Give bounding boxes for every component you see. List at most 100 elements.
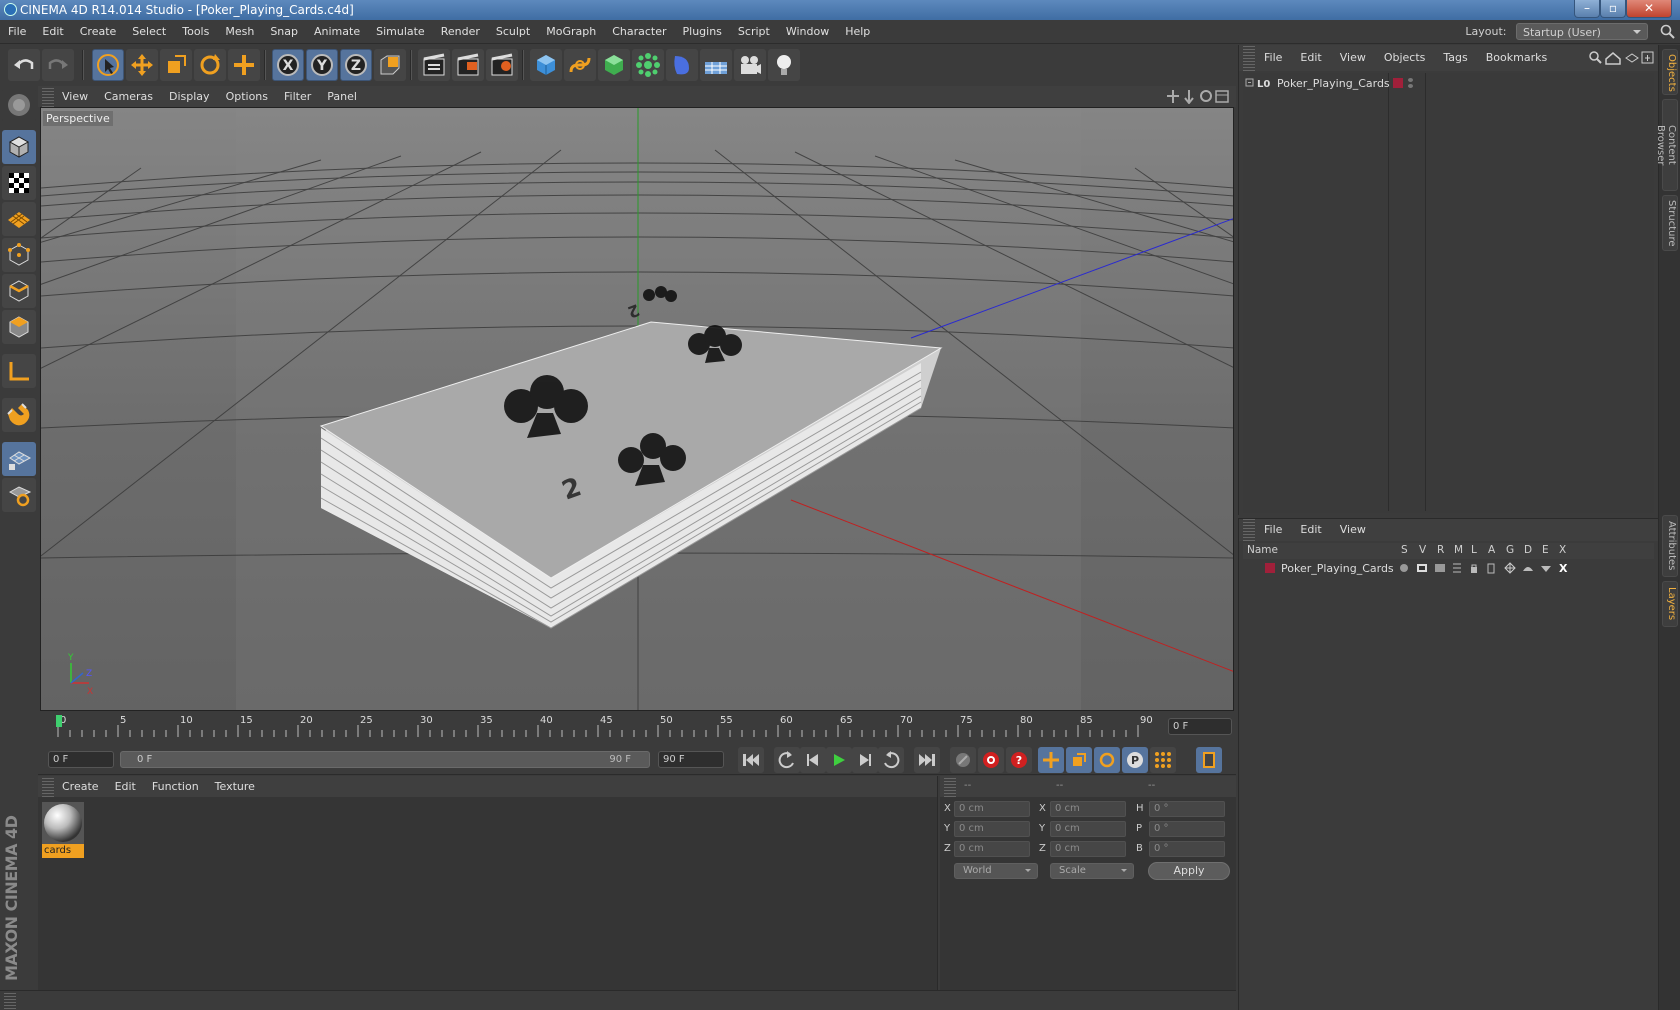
menu-create[interactable]: Create <box>72 20 125 44</box>
material-menu-edit[interactable]: Edit <box>107 776 144 797</box>
visibility-dots[interactable] <box>1408 78 1413 88</box>
rot-p-field[interactable]: 0 ° <box>1149 821 1225 837</box>
pos-y-field[interactable]: 0 cm <box>954 821 1030 837</box>
polygons-mode-icon[interactable] <box>2 310 36 344</box>
rot-b-field[interactable]: 0 ° <box>1149 841 1225 857</box>
menu-plugins[interactable]: Plugins <box>675 20 730 44</box>
objects-menu-tags[interactable]: Tags <box>1434 45 1476 71</box>
coordinate-mode-dropdown[interactable]: Scale <box>1050 863 1134 879</box>
texture-mode-icon[interactable] <box>2 166 36 200</box>
layer-row[interactable]: Poker_Playing_Cards X <box>1243 560 1655 576</box>
end-frame-field[interactable]: 90 F <box>658 751 724 768</box>
key-pla-icon[interactable] <box>1150 747 1176 773</box>
viewport-menu-filter[interactable]: Filter <box>276 86 319 107</box>
key-scale-icon[interactable] <box>1066 747 1092 773</box>
material-menu-function[interactable]: Function <box>144 776 207 797</box>
layers-menu-file[interactable]: File <box>1255 519 1291 541</box>
render-settings-icon[interactable] <box>486 49 518 81</box>
previous-key-icon[interactable] <box>774 747 800 773</box>
cube-primitive-icon[interactable] <box>530 49 562 81</box>
scale-icon[interactable] <box>160 49 192 81</box>
material-swatch-cards[interactable]: cards <box>42 802 84 858</box>
layer-toggle-icons[interactable]: X <box>1399 562 1569 574</box>
objects-menu-bookmarks[interactable]: Bookmarks <box>1477 45 1556 71</box>
rot-h-field[interactable]: 0 ° <box>1149 801 1225 817</box>
points-mode-icon[interactable] <box>2 238 36 272</box>
pos-z-field[interactable]: 0 cm <box>954 841 1030 857</box>
move-icon[interactable] <box>126 49 158 81</box>
rotate-icon[interactable] <box>194 49 226 81</box>
menu-simulate[interactable]: Simulate <box>368 20 433 44</box>
column-solo[interactable]: S <box>1401 544 1408 556</box>
layer-color-chip[interactable] <box>1265 563 1275 573</box>
array-cloner-icon[interactable] <box>632 49 664 81</box>
objects-menu-view[interactable]: View <box>1331 45 1375 71</box>
menu-mograph[interactable]: MoGraph <box>538 20 604 44</box>
menu-snap[interactable]: Snap <box>262 20 306 44</box>
menu-tools[interactable]: Tools <box>174 20 217 44</box>
frame-range-slider[interactable]: 0 F 90 F <box>120 751 650 768</box>
coordinate-space-dropdown[interactable]: World <box>954 863 1038 879</box>
timeline-playhead[interactable] <box>56 715 62 727</box>
record-keys-icon[interactable] <box>950 747 976 773</box>
apply-button[interactable]: Apply <box>1148 862 1230 880</box>
viewport-menu-view[interactable]: View <box>54 86 96 107</box>
timeline-ruler[interactable]: 0 5 10 15 20 25 30 35 40 45 50 55 60 65 70 75 80 85 90 0 F <box>38 711 1236 743</box>
light-icon[interactable] <box>768 49 800 81</box>
column-expressions[interactable]: E <box>1542 544 1549 556</box>
column-generators[interactable]: G <box>1506 544 1514 556</box>
column-manager[interactable]: M <box>1454 544 1463 556</box>
objects-menu-objects[interactable]: Objects <box>1375 45 1435 71</box>
add-object-icon[interactable] <box>228 49 260 81</box>
maximize-button[interactable]: ▫ <box>1600 0 1626 18</box>
menu-character[interactable]: Character <box>604 20 674 44</box>
make-editable-icon[interactable] <box>2 88 36 122</box>
menu-select[interactable]: Select <box>124 20 174 44</box>
menu-sculpt[interactable]: Sculpt <box>488 20 538 44</box>
menu-script[interactable]: Script <box>730 20 778 44</box>
tab-structure[interactable]: Structure <box>1662 195 1678 251</box>
menu-animate[interactable]: Animate <box>306 20 368 44</box>
x-axis-lock-icon[interactable]: X <box>272 49 304 81</box>
model-mode-icon[interactable] <box>2 130 36 164</box>
object-row[interactable]: L0 Poker_Playing_Cards <box>1243 75 1655 91</box>
layout-dropdown[interactable]: Startup (User) <box>1516 23 1648 40</box>
tab-attributes[interactable]: Attributes <box>1662 515 1678 577</box>
key-rotation-icon[interactable] <box>1094 747 1120 773</box>
tab-objects[interactable]: Objects <box>1662 49 1678 95</box>
column-deformers[interactable]: D <box>1524 544 1532 556</box>
undo-button[interactable] <box>8 49 40 81</box>
menu-mesh[interactable]: Mesh <box>217 20 262 44</box>
grid-snap-icon[interactable] <box>2 478 36 512</box>
size-y-field[interactable]: 0 cm <box>1050 821 1126 837</box>
current-frame-field[interactable]: 0 F <box>1168 718 1232 735</box>
menu-help[interactable]: Help <box>837 20 878 44</box>
timeline-window-icon[interactable] <box>1196 747 1222 773</box>
search-icon[interactable] <box>1660 24 1676 40</box>
keyframe-selection-icon[interactable]: ? <box>1006 747 1032 773</box>
column-render[interactable]: R <box>1437 544 1444 556</box>
y-axis-lock-icon[interactable]: Y <box>306 49 338 81</box>
3d-viewport[interactable]: 2 2 Y Z X Perspective <box>40 107 1234 711</box>
axis-mode-icon[interactable] <box>2 354 36 388</box>
pos-x-field[interactable]: 0 cm <box>954 801 1030 817</box>
snap-magnet-icon[interactable] <box>2 398 36 432</box>
material-menu-texture[interactable]: Texture <box>207 776 263 797</box>
close-button[interactable]: ✕ <box>1626 0 1672 18</box>
layer-color-swatch[interactable] <box>1393 78 1403 88</box>
camera-icon[interactable] <box>734 49 766 81</box>
size-x-field[interactable]: 0 cm <box>1050 801 1126 817</box>
minimize-button[interactable]: – <box>1574 0 1600 18</box>
start-frame-field[interactable]: 0 F <box>48 751 114 768</box>
column-animation[interactable]: A <box>1488 544 1495 556</box>
floor-scene-icon[interactable] <box>700 49 732 81</box>
layers-menu-edit[interactable]: Edit <box>1291 519 1330 541</box>
menu-edit[interactable]: Edit <box>34 20 71 44</box>
render-view-icon[interactable] <box>418 49 450 81</box>
objects-menu-file[interactable]: File <box>1255 45 1291 71</box>
menu-render[interactable]: Render <box>433 20 488 44</box>
viewport-menu-panel[interactable]: Panel <box>319 86 365 107</box>
go-to-start-icon[interactable] <box>738 747 764 773</box>
key-parameter-icon[interactable]: P <box>1122 747 1148 773</box>
deformer-icon[interactable] <box>666 49 698 81</box>
